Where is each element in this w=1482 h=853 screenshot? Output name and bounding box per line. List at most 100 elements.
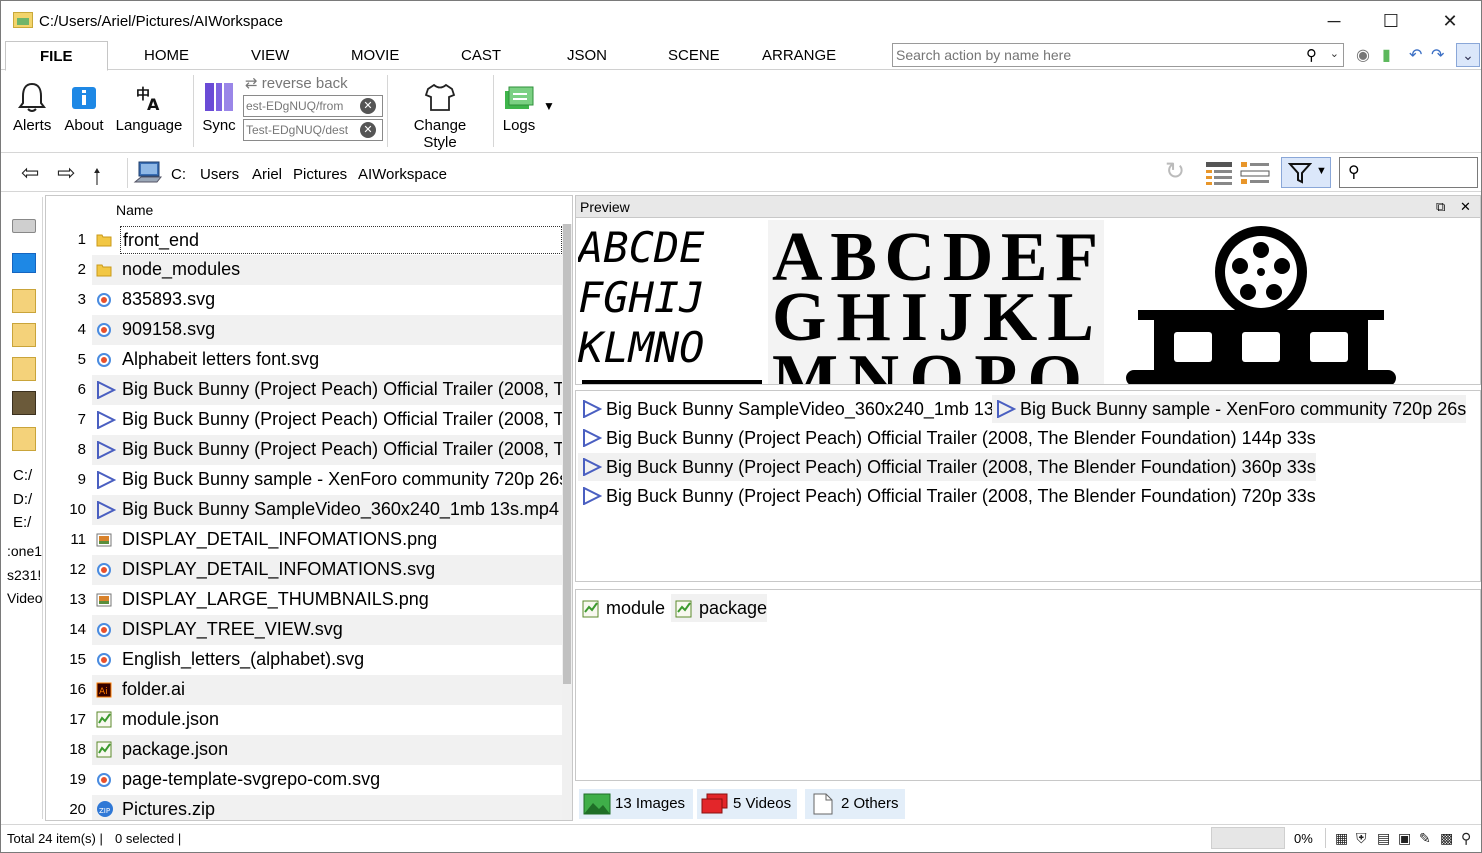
- file-row[interactable]: 6 Big Buck Bunny (Project Peach) Official…: [46, 375, 572, 405]
- tab-scene[interactable]: SCENE: [668, 47, 720, 64]
- file-row[interactable]: 8 Big Buck Bunny (Project Peach) Official…: [46, 435, 572, 465]
- settings-icon[interactable]: ◉: [1356, 45, 1370, 65]
- green-tool-icon[interactable]: ▮: [1382, 45, 1391, 65]
- quick-item-2[interactable]: s231!: [7, 567, 43, 583]
- file-search-field[interactable]: ⚲: [1339, 157, 1478, 188]
- table-view-icon[interactable]: ▦: [1335, 830, 1348, 847]
- desktop-icon[interactable]: [12, 253, 36, 273]
- file-name-cell[interactable]: page-template-svgrepo-com.svg: [92, 765, 562, 795]
- document-view-icon[interactable]: ▤: [1377, 830, 1390, 847]
- thumbnail-small-letters[interactable]: ABCDE FGHIJ KLMNO: [578, 220, 768, 385]
- file-name-cell[interactable]: Big Buck Bunny sample - XenForo communit…: [92, 465, 568, 495]
- other-item[interactable]: module: [578, 594, 665, 622]
- redo-icon[interactable]: ↷: [1431, 45, 1444, 65]
- videos-tab[interactable]: 5 Videos: [697, 789, 797, 819]
- file-name-cell[interactable]: ZIP Pictures.zip: [92, 795, 562, 820]
- file-name-cell[interactable]: Big Buck Bunny (Project Peach) Official …: [92, 435, 572, 465]
- breadcrumb-ariel[interactable]: Ariel: [252, 166, 282, 183]
- quick-item-1[interactable]: :one1: [7, 543, 43, 559]
- file-row[interactable]: 16 Ai folder.ai: [46, 675, 562, 705]
- database-icon[interactable]: ⛨: [1356, 830, 1367, 847]
- file-row[interactable]: 7 Big Buck Bunny (Project Peach) Official…: [46, 405, 572, 435]
- file-name-cell[interactable]: Big Buck Bunny (Project Peach) Official …: [92, 405, 572, 435]
- restore-pane-icon[interactable]: ⧉: [1436, 199, 1445, 215]
- video-item[interactable]: Big Buck Bunny (Project Peach) Official …: [578, 424, 1316, 452]
- file-name-cell[interactable]: package.json: [92, 735, 562, 765]
- other-item[interactable]: package: [671, 594, 768, 622]
- details-view-icon[interactable]: [1205, 160, 1233, 186]
- file-name-cell[interactable]: DISPLAY_TREE_VIEW.svg: [92, 615, 562, 645]
- others-tab[interactable]: 2 Others: [805, 789, 905, 819]
- gallery-view-icon[interactable]: ▣: [1398, 830, 1411, 847]
- forward-arrow-icon[interactable]: ⇨: [57, 160, 75, 186]
- drive-c-link[interactable]: C:/: [13, 467, 49, 484]
- about-button[interactable]: About: [63, 71, 105, 134]
- file-name-cell[interactable]: module.json: [92, 705, 562, 735]
- file-name-cell[interactable]: node_modules: [92, 255, 562, 285]
- clear-icon[interactable]: ✕: [360, 98, 376, 114]
- video-item[interactable]: Big Buck Bunny (Project Peach) Official …: [578, 453, 1316, 481]
- clear-icon[interactable]: ✕: [360, 122, 376, 138]
- thumbnail-large-letters[interactable]: ABCDEF GHIJKL MNOPQ: [768, 220, 1104, 385]
- undo-icon[interactable]: ↶: [1409, 45, 1422, 65]
- file-row[interactable]: 15 English_letters_(alphabet).svg: [46, 645, 562, 675]
- file-row[interactable]: 20 ZIP Pictures.zip: [46, 795, 562, 820]
- tab-movie[interactable]: MOVIE: [351, 47, 399, 64]
- chevron-down-icon[interactable]: ⌄: [1330, 47, 1339, 60]
- video-item[interactable]: Big Buck Bunny SampleVideo_360x240_1mb 1…: [578, 395, 1003, 423]
- quick-item-3[interactable]: Video: [7, 590, 43, 606]
- file-list[interactable]: Name 1 front_end 2 node_modules 3 835893.svg 4…: [45, 195, 573, 821]
- collapse-ribbon-button[interactable]: ⌄: [1456, 43, 1480, 67]
- list-view-icon[interactable]: [1239, 160, 1271, 186]
- file-name-cell[interactable]: Big Buck Bunny (Project Peach) Official …: [92, 375, 572, 405]
- pictures-icon[interactable]: [12, 357, 36, 381]
- file-row[interactable]: 9 Big Buck Bunny sample - XenForo communi…: [46, 465, 568, 495]
- filter-button[interactable]: ▼: [1281, 157, 1331, 188]
- file-name-cell[interactable]: DISPLAY_DETAIL_INFOMATIONS.svg: [92, 555, 562, 585]
- breadcrumb-users[interactable]: Users: [200, 166, 239, 183]
- tab-home[interactable]: HOME: [144, 47, 189, 64]
- filter-dropdown-icon[interactable]: ▼: [1316, 165, 1327, 177]
- file-name-cell[interactable]: 835893.svg: [92, 285, 562, 315]
- file-row[interactable]: 18 package.json: [46, 735, 562, 765]
- file-list-scrollbar[interactable]: [562, 224, 572, 820]
- tab-file[interactable]: FILE: [5, 41, 108, 71]
- refresh-icon[interactable]: ↻: [1165, 157, 1185, 186]
- file-name-cell[interactable]: Alphabeit letters font.svg: [92, 345, 562, 375]
- sync-from-field[interactable]: est-EDgNUQ/from ✕: [243, 95, 383, 117]
- tab-view[interactable]: VIEW: [251, 47, 289, 64]
- reverse-back-button[interactable]: ⇄ reverse back: [245, 74, 348, 92]
- tab-cast[interactable]: CAST: [461, 47, 501, 64]
- video-item[interactable]: Big Buck Bunny sample - XenForo communit…: [992, 395, 1467, 423]
- file-row[interactable]: 13 DISPLAY_LARGE_THUMBNAILS.png: [46, 585, 562, 615]
- logs-button[interactable]: Logs: [501, 71, 537, 134]
- file-row[interactable]: 14 DISPLAY_TREE_VIEW.svg: [46, 615, 562, 645]
- downloads-icon[interactable]: [12, 323, 36, 347]
- drive-icon[interactable]: [12, 219, 36, 233]
- action-search-box[interactable]: ⚲ ⌄: [892, 43, 1344, 67]
- breadcrumb-aiworkspace[interactable]: AIWorkspace: [358, 166, 447, 183]
- close-pane-icon[interactable]: ✕: [1460, 199, 1471, 215]
- breadcrumb-pictures[interactable]: Pictures: [293, 166, 347, 183]
- search-icon[interactable]: ⚲: [1306, 46, 1317, 64]
- documents-icon[interactable]: [12, 289, 36, 313]
- videos-icon[interactable]: [12, 391, 36, 415]
- action-search-input[interactable]: [893, 44, 1293, 66]
- file-name-cell[interactable]: 909158.svg: [92, 315, 562, 345]
- change-style-button[interactable]: Change Style: [396, 71, 484, 151]
- drive-d-link[interactable]: D:/: [13, 491, 49, 508]
- search-view-icon[interactable]: ⚲: [1461, 830, 1471, 847]
- file-row[interactable]: 4 909158.svg: [46, 315, 562, 345]
- language-button[interactable]: 中 A Language: [115, 71, 183, 134]
- file-row[interactable]: 12 DISPLAY_DETAIL_INFOMATIONS.svg: [46, 555, 562, 585]
- file-row[interactable]: 3 835893.svg: [46, 285, 562, 315]
- file-name-cell[interactable]: English_letters_(alphabet).svg: [92, 645, 562, 675]
- file-name-cell[interactable]: DISPLAY_LARGE_THUMBNAILS.png: [92, 585, 562, 615]
- edit-view-icon[interactable]: ✎: [1419, 830, 1431, 847]
- thumbnail-film-reel[interactable]: [1116, 220, 1406, 385]
- close-button[interactable]: ✕: [1427, 7, 1473, 35]
- logs-dropdown-icon[interactable]: ▼: [543, 99, 555, 113]
- preview-view-icon[interactable]: ▩: [1440, 830, 1453, 847]
- drive-e-link[interactable]: E:/: [13, 514, 49, 531]
- back-arrow-icon[interactable]: ⇦: [21, 160, 39, 186]
